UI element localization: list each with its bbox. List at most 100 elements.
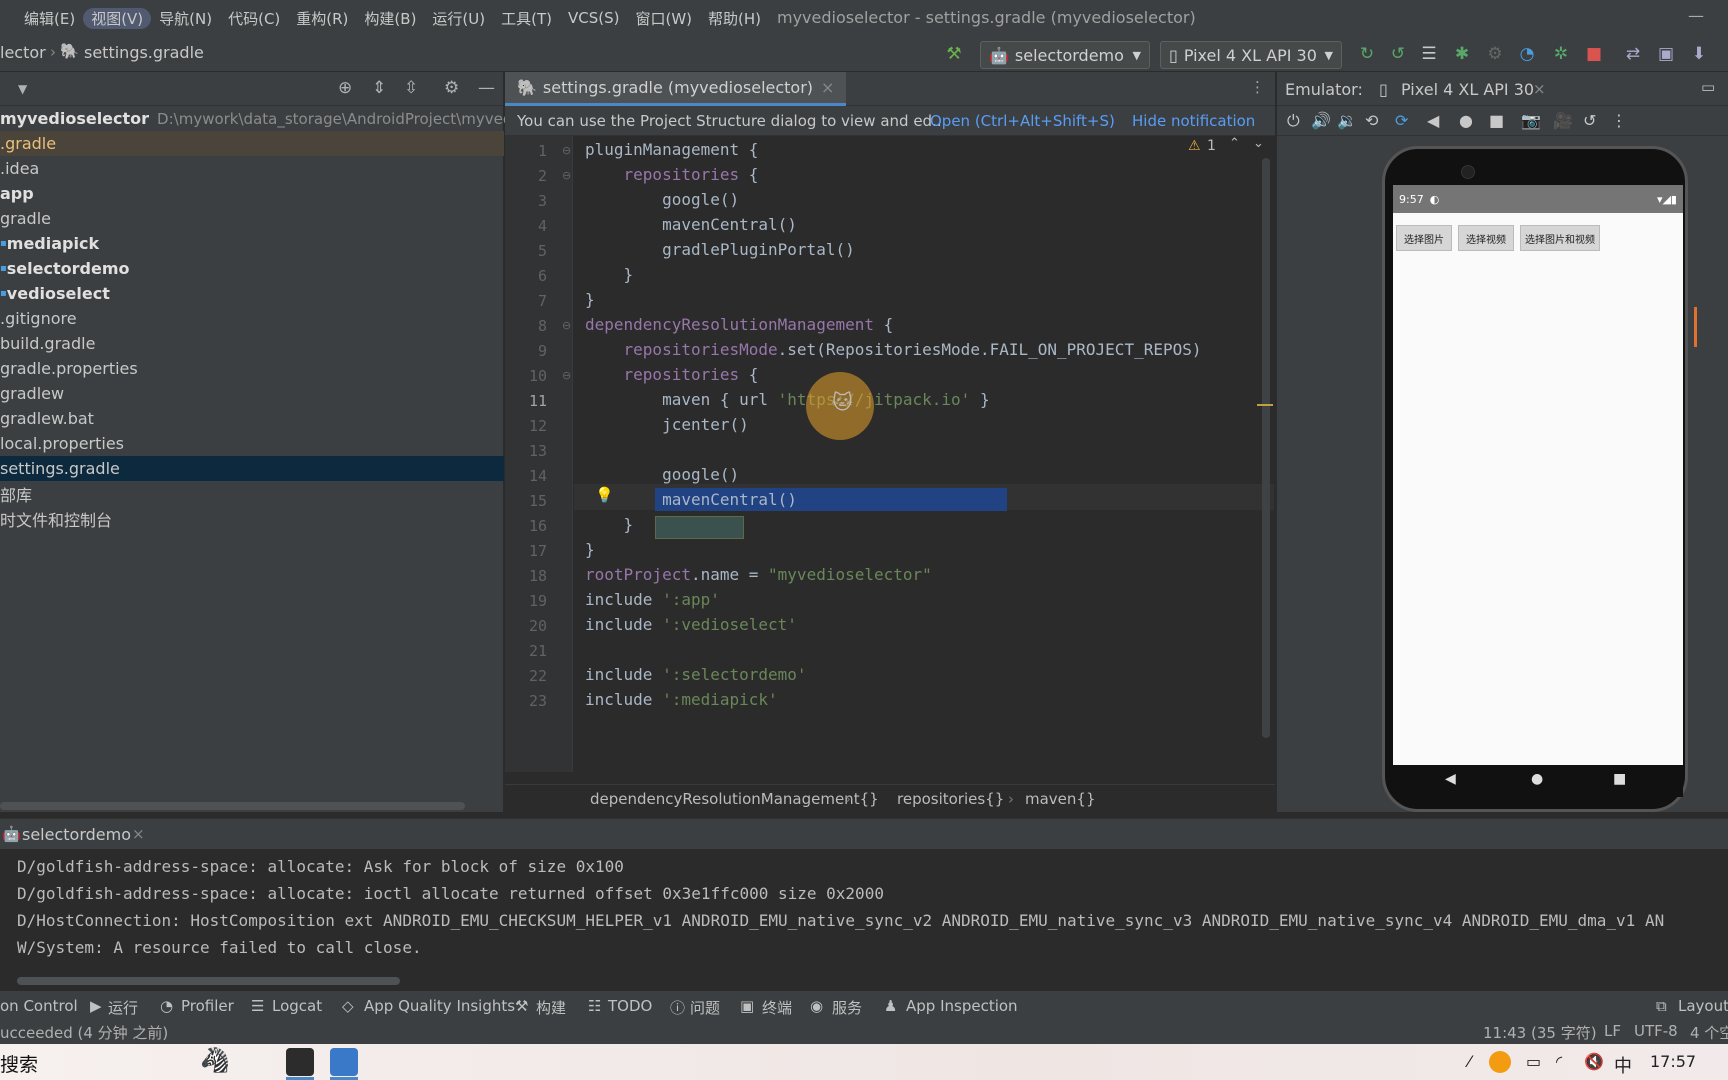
file-encoding[interactable]: UTF-8 <box>1634 1022 1678 1040</box>
breadcrumb-project[interactable]: lector <box>0 43 46 62</box>
chevron-down-icon[interactable]: ⌄ <box>1253 136 1264 151</box>
select-video-button[interactable]: 选择视频 <box>1458 225 1514 251</box>
tree-item-gradlew[interactable]: gradlew <box>0 381 504 406</box>
services-tab[interactable]: 服务 <box>832 997 862 1018</box>
todo-tab[interactable]: TODO <box>608 997 652 1015</box>
breadcrumb-maven[interactable]: maven{} <box>1025 790 1096 808</box>
menu-help[interactable]: 帮助(H) <box>700 8 769 29</box>
device-manager-icon[interactable]: ▣ <box>1655 44 1677 64</box>
collapse-all-icon[interactable]: ⇳ <box>404 78 418 98</box>
profile-icon[interactable]: ◔ <box>1516 44 1538 64</box>
code-line[interactable]: dependencyResolutionManagement { <box>585 315 893 334</box>
breadcrumb-file[interactable]: settings.gradle <box>84 43 204 62</box>
code-line[interactable]: pluginManagement { <box>585 140 758 159</box>
sync-icon[interactable]: ⇄ <box>1622 44 1644 64</box>
code-line[interactable]: mavenCentral() <box>585 490 797 509</box>
code-line[interactable]: repositories { <box>585 165 759 184</box>
select-image-video-button[interactable]: 选择图片和视频 <box>1520 225 1600 251</box>
device-select[interactable]: ▯ Pixel 4 XL API 30 ▼ <box>1160 41 1342 69</box>
tree-item-selectordemo[interactable]: ▪ selectordemo <box>0 256 504 281</box>
vertical-scrollbar[interactable] <box>1262 158 1270 738</box>
tree-item-scratches[interactable]: 时文件和控制台 <box>0 506 504 531</box>
run-tab-label[interactable]: selectordemo <box>22 825 131 844</box>
code-line[interactable]: } <box>585 515 634 534</box>
home-icon[interactable]: ● <box>1459 111 1473 130</box>
app-taskbar-icon[interactable] <box>330 1048 358 1076</box>
pen-icon[interactable]: ⁄ <box>1468 1052 1471 1071</box>
more-vertical-icon[interactable]: ⋮ <box>1250 78 1265 96</box>
tree-item-mediapick[interactable]: ▪ mediapick <box>0 231 504 256</box>
menu-edit[interactable]: 编辑(E) <box>16 8 83 29</box>
more-vertical-icon[interactable]: ⋮ <box>1611 111 1627 130</box>
record-icon[interactable]: 🎥 <box>1553 111 1573 130</box>
menu-build[interactable]: 构建(B) <box>356 8 424 29</box>
debug-icon[interactable]: ✱ <box>1451 44 1473 64</box>
power-icon[interactable]: ⏻ <box>1287 111 1300 131</box>
close-icon[interactable]: × <box>821 78 834 97</box>
menu-navigate[interactable]: 导航(N) <box>151 8 220 29</box>
volume-mute-icon[interactable]: 🔇 <box>1584 1052 1604 1071</box>
terminal-tab[interactable]: 终端 <box>762 997 792 1018</box>
sdk-manager-icon[interactable]: ⬇ <box>1688 44 1710 64</box>
tree-item-local-properties[interactable]: local.properties <box>0 431 504 456</box>
fold-icon[interactable]: ⊖ <box>562 369 571 382</box>
tree-item-idea[interactable]: .idea <box>0 156 504 181</box>
run-config-select[interactable]: 🤖 selectordemo ▼ <box>980 41 1150 69</box>
overview-icon[interactable]: ■ <box>1613 771 1626 787</box>
breadcrumb-dependency[interactable]: dependencyResolutionManagement{} <box>590 790 879 808</box>
status-message[interactable]: ucceeded (4 分钟 之前) <box>0 1022 168 1043</box>
maximize-icon[interactable]: ▭ <box>1701 78 1715 96</box>
apply-changes-icon[interactable]: ↻ <box>1356 44 1378 64</box>
volume-down-icon[interactable]: 🔉 <box>1337 111 1357 130</box>
tree-item-settings-gradle[interactable]: settings.gradle <box>0 456 504 481</box>
horizontal-scrollbar[interactable] <box>17 977 400 985</box>
tree-item-gradle-properties[interactable]: gradle.properties <box>0 356 504 381</box>
screenshot-icon[interactable]: 📷 <box>1521 111 1541 130</box>
tree-item-gradle[interactable]: gradle <box>0 206 504 231</box>
volume-up-icon[interactable]: 🔊 <box>1311 111 1331 130</box>
tree-item-gitignore[interactable]: .gitignore <box>0 306 504 331</box>
phone-screen[interactable]: 9:57 ◐ ▾◢▮ 选择图片 选择视频 选择图片和视频 <box>1393 185 1683 765</box>
wifi-icon[interactable]: ◜ <box>1556 1052 1562 1071</box>
horizontal-scrollbar[interactable] <box>0 802 465 810</box>
app-inspection-tab[interactable]: App Inspection <box>906 997 1018 1015</box>
chevron-down-icon[interactable]: ▼ <box>18 82 27 96</box>
line-separator[interactable]: LF <box>1604 1022 1621 1040</box>
warning-icon[interactable]: ⚠ <box>1188 138 1201 154</box>
hammer-icon[interactable]: ⚒ <box>943 44 965 64</box>
hide-notification-link[interactable]: Hide notification <box>1132 112 1255 130</box>
android-studio-taskbar-icon[interactable] <box>286 1048 314 1076</box>
run-list-icon[interactable]: ☰ <box>1418 44 1440 64</box>
ime-indicator[interactable]: 中 <box>1614 1052 1632 1078</box>
indent-setting[interactable]: 4 个空 <box>1690 1022 1728 1043</box>
menu-view[interactable]: 视图(V) <box>83 7 152 29</box>
code-line[interactable]: repositories { <box>585 365 759 384</box>
layout-inspector-tab[interactable]: Layout I <box>1678 997 1728 1015</box>
snapshot-icon[interactable]: ↺ <box>1583 111 1596 130</box>
profiler-tab[interactable]: Profiler <box>181 997 234 1015</box>
code-line[interactable]: } <box>585 265 634 284</box>
tree-item-gradle-dir[interactable]: .gradle <box>0 131 504 156</box>
notification-icon[interactable] <box>1489 1051 1511 1073</box>
battery-icon[interactable]: ▭ <box>1526 1052 1541 1071</box>
menu-refactor[interactable]: 重构(R) <box>288 8 356 29</box>
gear-icon[interactable]: ⚙ <box>444 78 459 98</box>
code-line[interactable]: google() <box>585 465 739 484</box>
caret-position[interactable]: 11:43 (35 字符) <box>1483 1022 1597 1043</box>
hide-icon[interactable]: — <box>478 78 495 98</box>
code-line[interactable]: include ':mediapick' <box>585 690 778 709</box>
menu-vcs[interactable]: VCS(S) <box>560 9 627 27</box>
open-project-structure-link[interactable]: Open (Ctrl+Alt+Shift+S) <box>930 112 1115 130</box>
tree-item-app[interactable]: app <box>0 181 504 206</box>
code-line[interactable]: mavenCentral() <box>585 215 797 234</box>
fold-icon[interactable]: ⊖ <box>562 319 571 332</box>
code-line-selected[interactable]: maven { url 'https://jitpack.io' } <box>585 390 990 409</box>
minimize-icon[interactable]: — <box>1688 6 1704 25</box>
back-icon[interactable]: ◀ <box>1445 771 1456 787</box>
apply-code-changes-icon[interactable]: ↺ <box>1387 44 1409 64</box>
expand-all-icon[interactable]: ⇕ <box>372 78 386 98</box>
breadcrumb-repositories[interactable]: repositories{} <box>897 790 1004 808</box>
home-icon[interactable]: ● <box>1531 771 1543 787</box>
taskbar-search[interactable]: 搜索 <box>0 1050 38 1077</box>
code-line[interactable]: include ':selectordemo' <box>585 665 807 684</box>
